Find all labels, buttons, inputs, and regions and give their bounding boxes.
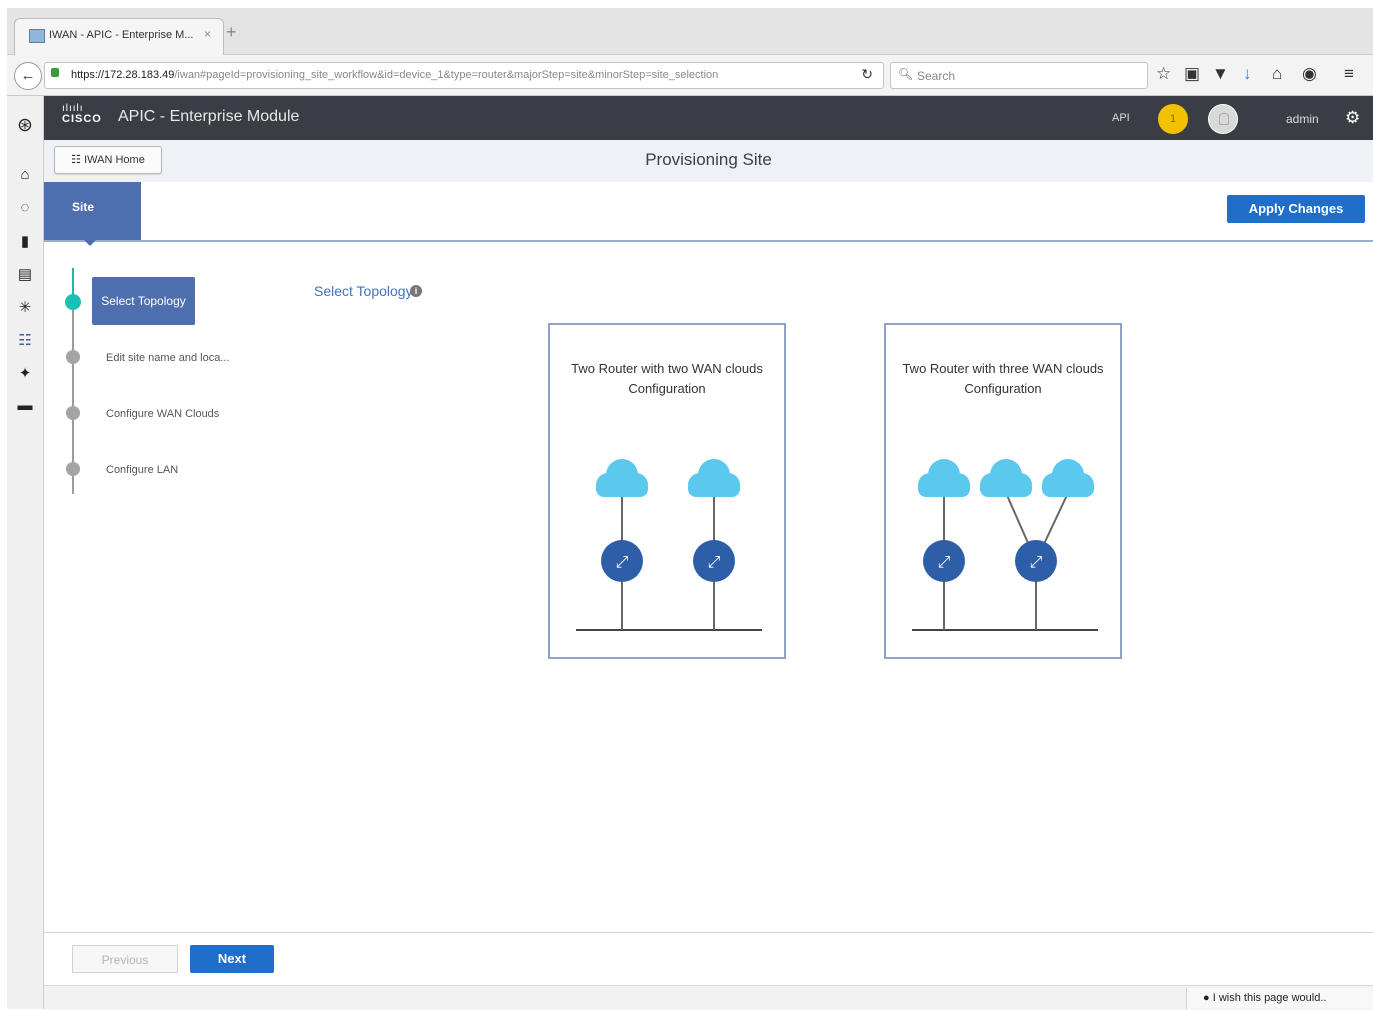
page-title: Provisioning Site (645, 150, 772, 169)
section-label: Select Topology (314, 283, 413, 299)
step-dot (66, 350, 80, 364)
topology-diagram: ⤢ ⤢ (912, 459, 1098, 631)
router-icon: ⤢ (923, 540, 965, 582)
topology-card-three-clouds[interactable]: Two Router with three WAN clouds Configu… (884, 323, 1122, 659)
clipboard-icon[interactable]: ▣ (1184, 64, 1200, 84)
iwan-app-icon[interactable]: ☷ (7, 331, 43, 349)
gear-icon[interactable]: ⚙ (1345, 108, 1360, 128)
device-icon[interactable]: ▤ (7, 265, 43, 283)
svg-text:⤢: ⤢ (938, 552, 951, 571)
path-trace-icon[interactable]: ✦ (7, 364, 43, 382)
cloud-icon (1042, 459, 1094, 497)
app-title: APIC - Enterprise Module (118, 108, 300, 125)
user-name[interactable]: admin (1286, 112, 1319, 126)
avatar[interactable] (1208, 104, 1238, 134)
previous-button[interactable]: Previous (72, 945, 178, 973)
search-icon: 🔍︎ (898, 67, 914, 81)
svg-text:⤢: ⤢ (1030, 552, 1043, 571)
browser-tab[interactable]: IWAN - APIC - Enterprise M... × (14, 18, 224, 55)
close-tab-icon[interactable]: × (204, 27, 211, 41)
reload-icon[interactable]: ↻ (861, 66, 873, 83)
router-icon: ⤢ (1015, 540, 1057, 582)
browser-tab-title: IWAN - APIC - Enterprise M... (49, 29, 194, 41)
iwan-home-label: IWAN Home (84, 154, 145, 166)
discovery-icon[interactable]: ◌ (7, 199, 43, 216)
apply-changes-button[interactable]: Apply Changes (1227, 195, 1365, 223)
url-bar[interactable]: https://172.28.183.49/iwan#pageId=provis… (44, 62, 884, 89)
iwan-home-button[interactable]: ☷ IWAN Home (54, 146, 162, 174)
step-edit-site[interactable]: Edit site name and loca... (106, 352, 230, 364)
cloud-icon (688, 459, 740, 497)
footer-divider (44, 932, 1373, 933)
info-icon[interactable]: i (410, 285, 422, 297)
home-rail-icon[interactable]: ⌂ (7, 166, 43, 183)
step-dot-active (65, 294, 81, 310)
cloud-icon (918, 459, 970, 497)
feedback-link[interactable]: ● I wish this page would.. (1186, 988, 1373, 1009)
status-bar (44, 985, 1373, 1010)
topology-card-two-clouds[interactable]: Two Router with two WAN clouds Configura… (548, 323, 786, 659)
inventory-icon[interactable]: ▮ (7, 232, 43, 250)
tab-site[interactable]: Site (44, 182, 141, 246)
cloud-icon (980, 459, 1032, 497)
cisco-logo: ılıılı CISCO (62, 103, 102, 125)
cloud-icon (596, 459, 648, 497)
menu-icon[interactable]: ≡ (1344, 64, 1354, 84)
search-placeholder: Search (917, 69, 956, 83)
lock-icon (51, 68, 59, 77)
topology-icon[interactable]: ✳ (7, 298, 43, 316)
new-tab-button[interactable]: + (226, 22, 237, 43)
notification-badge[interactable]: 1 (1158, 104, 1188, 134)
star-icon[interactable]: ☆ (1156, 64, 1171, 84)
major-step-bar (44, 182, 1373, 242)
download-icon[interactable]: ↓ (1243, 64, 1252, 84)
step-select-topology[interactable]: Select Topology (92, 277, 195, 325)
step-configure-wan-clouds[interactable]: Configure WAN Clouds (106, 408, 219, 420)
home-icon[interactable]: ⌂ (1272, 64, 1282, 84)
expand-rail-icon[interactable]: ⊛ (7, 114, 43, 137)
more-apps-icon[interactable]: ▬ (7, 397, 43, 414)
home-grid-icon: ☷ (71, 154, 82, 166)
svg-text:⤢: ⤢ (708, 552, 721, 571)
pocket-icon[interactable]: ▼ (1212, 64, 1229, 84)
back-button[interactable]: ← (14, 62, 42, 90)
chat-icon[interactable]: ◉ (1302, 64, 1317, 84)
api-link[interactable]: API (1112, 112, 1130, 124)
speech-bubble-icon: ● (1203, 992, 1210, 1004)
step-configure-lan[interactable]: Configure LAN (106, 464, 178, 476)
topology-diagram: ⤢ ⤢ (576, 459, 762, 631)
router-icon: ⤢ (601, 540, 643, 582)
step-dot (66, 462, 80, 476)
favicon-icon (29, 29, 45, 43)
browser-search-bar[interactable]: 🔍︎ Search (890, 62, 1148, 89)
router-icon: ⤢ (693, 540, 735, 582)
next-button[interactable]: Next (190, 945, 274, 973)
feedback-label: I wish this page would.. (1212, 992, 1327, 1004)
step-dot (66, 406, 80, 420)
svg-text:⤢: ⤢ (616, 552, 629, 571)
url-text: https://172.28.183.49/iwan#pageId=provis… (71, 69, 719, 81)
